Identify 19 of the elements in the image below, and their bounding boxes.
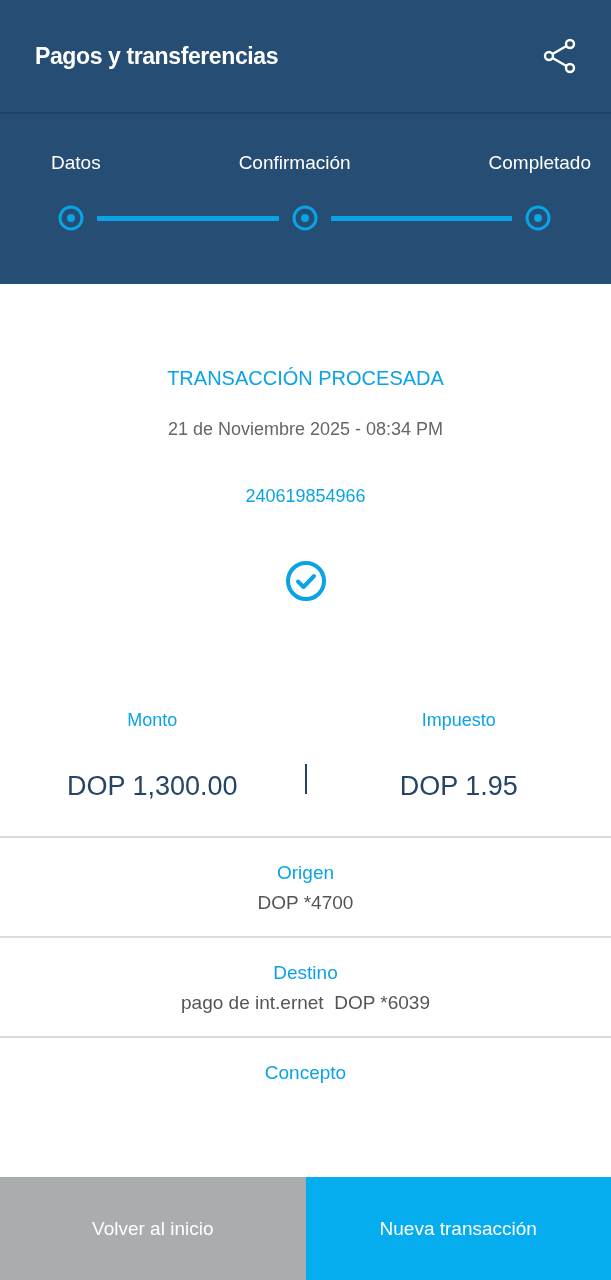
transaction-date: 21 de Noviembre 2025 - 08:34 PM xyxy=(167,419,444,440)
reference-number: 240619854966 xyxy=(245,486,366,507)
share-icon[interactable] xyxy=(543,38,577,74)
amount-label: Monto xyxy=(127,710,178,731)
step-label: Completado xyxy=(488,152,591,174)
status-heading: TRANSACCIÓN PROCESADA xyxy=(167,367,444,390)
screen-title: Pagos y transferencias xyxy=(35,42,279,70)
back-home-button[interactable]: Volver al inicio xyxy=(0,1177,306,1280)
step-label: Confirmación xyxy=(238,152,351,174)
detail-label: Concepto xyxy=(264,1062,347,1084)
new-transaction-button[interactable]: Nueva transacción xyxy=(305,1177,611,1280)
detail-label: Destino xyxy=(273,962,338,984)
amount-value: DOP 1.95 xyxy=(399,771,518,802)
amount-label: Impuesto xyxy=(421,710,496,731)
detail-value: pago de int.ernet DOP *6039 xyxy=(181,992,430,1014)
step-label: Datos xyxy=(51,152,101,174)
detail-value: DOP *4700 xyxy=(257,892,354,914)
amount-value: DOP 1,300.00 xyxy=(66,771,238,802)
detail-label: Origen xyxy=(277,862,334,884)
